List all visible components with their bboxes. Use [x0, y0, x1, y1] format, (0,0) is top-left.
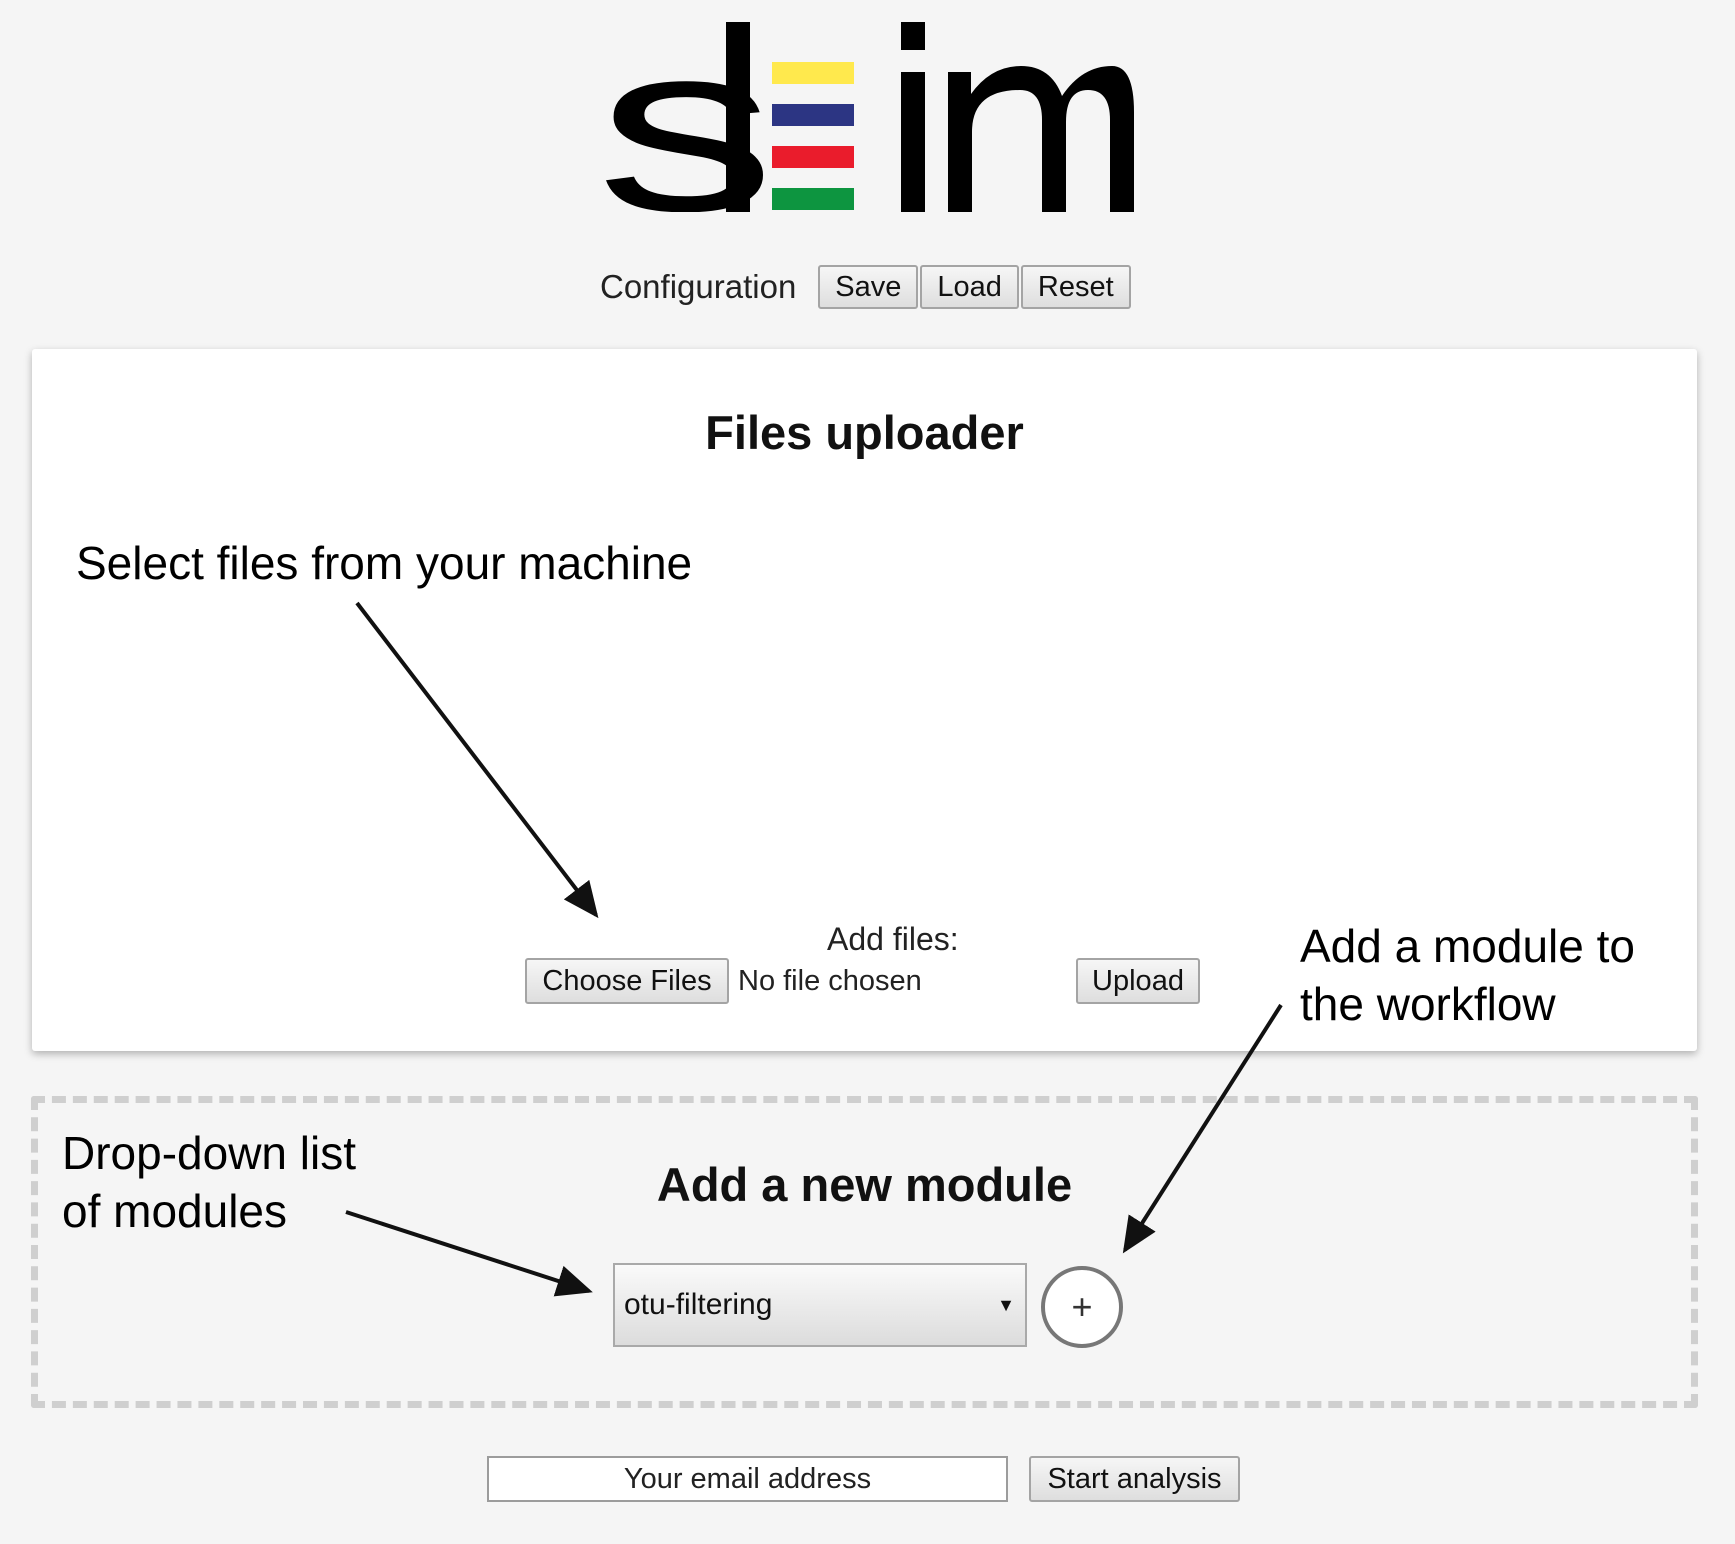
- annotation-add-module: Add a module to the workflow: [1300, 918, 1635, 1034]
- annotation-add-module-line1: Add a module to: [1300, 920, 1636, 972]
- upload-button[interactable]: Upload: [1076, 958, 1200, 1004]
- add-files-label: Add files:: [827, 921, 959, 957]
- annotation-dropdown: Drop-down list of modules: [62, 1125, 356, 1241]
- files-uploader-title: Files uploader: [705, 406, 1024, 459]
- add-module-button[interactable]: +: [1041, 1266, 1123, 1348]
- email-input[interactable]: [487, 1456, 1008, 1502]
- logo-bar-red: [772, 146, 854, 168]
- configuration-bar: Configuration Save Load Reset: [600, 265, 1133, 309]
- reset-config-button[interactable]: Reset: [1020, 265, 1131, 309]
- annotation-dropdown-line2: of modules: [62, 1184, 288, 1237]
- annotation-select-files: Select files from your machine: [76, 537, 693, 589]
- configuration-label: Configuration: [600, 268, 797, 305]
- start-analysis-button[interactable]: Start analysis: [1029, 1456, 1240, 1502]
- plus-icon: +: [1071, 1286, 1093, 1327]
- no-file-chosen-text: No file chosen: [738, 965, 922, 997]
- sleim-logo-graphic: s: [596, 22, 1134, 212]
- save-config-button[interactable]: Save: [818, 265, 919, 309]
- annotation-dropdown-line1: Drop-down list: [62, 1127, 356, 1179]
- logo-bar-blue: [772, 104, 854, 126]
- module-dropdown[interactable]: otu-filtering ▼: [613, 1263, 1027, 1347]
- annotation-add-module-line2: the workflow: [1300, 977, 1556, 1030]
- load-config-button[interactable]: Load: [920, 265, 1019, 309]
- choose-files-button[interactable]: Choose Files: [525, 958, 729, 1004]
- dropdown-arrow-icon: ▼: [997, 1294, 1015, 1315]
- app-logo: s: [596, 22, 1136, 212]
- logo-bar-yellow: [772, 62, 854, 84]
- module-dropdown-value: otu-filtering: [624, 1288, 773, 1321]
- logo-bar-green: [772, 188, 854, 210]
